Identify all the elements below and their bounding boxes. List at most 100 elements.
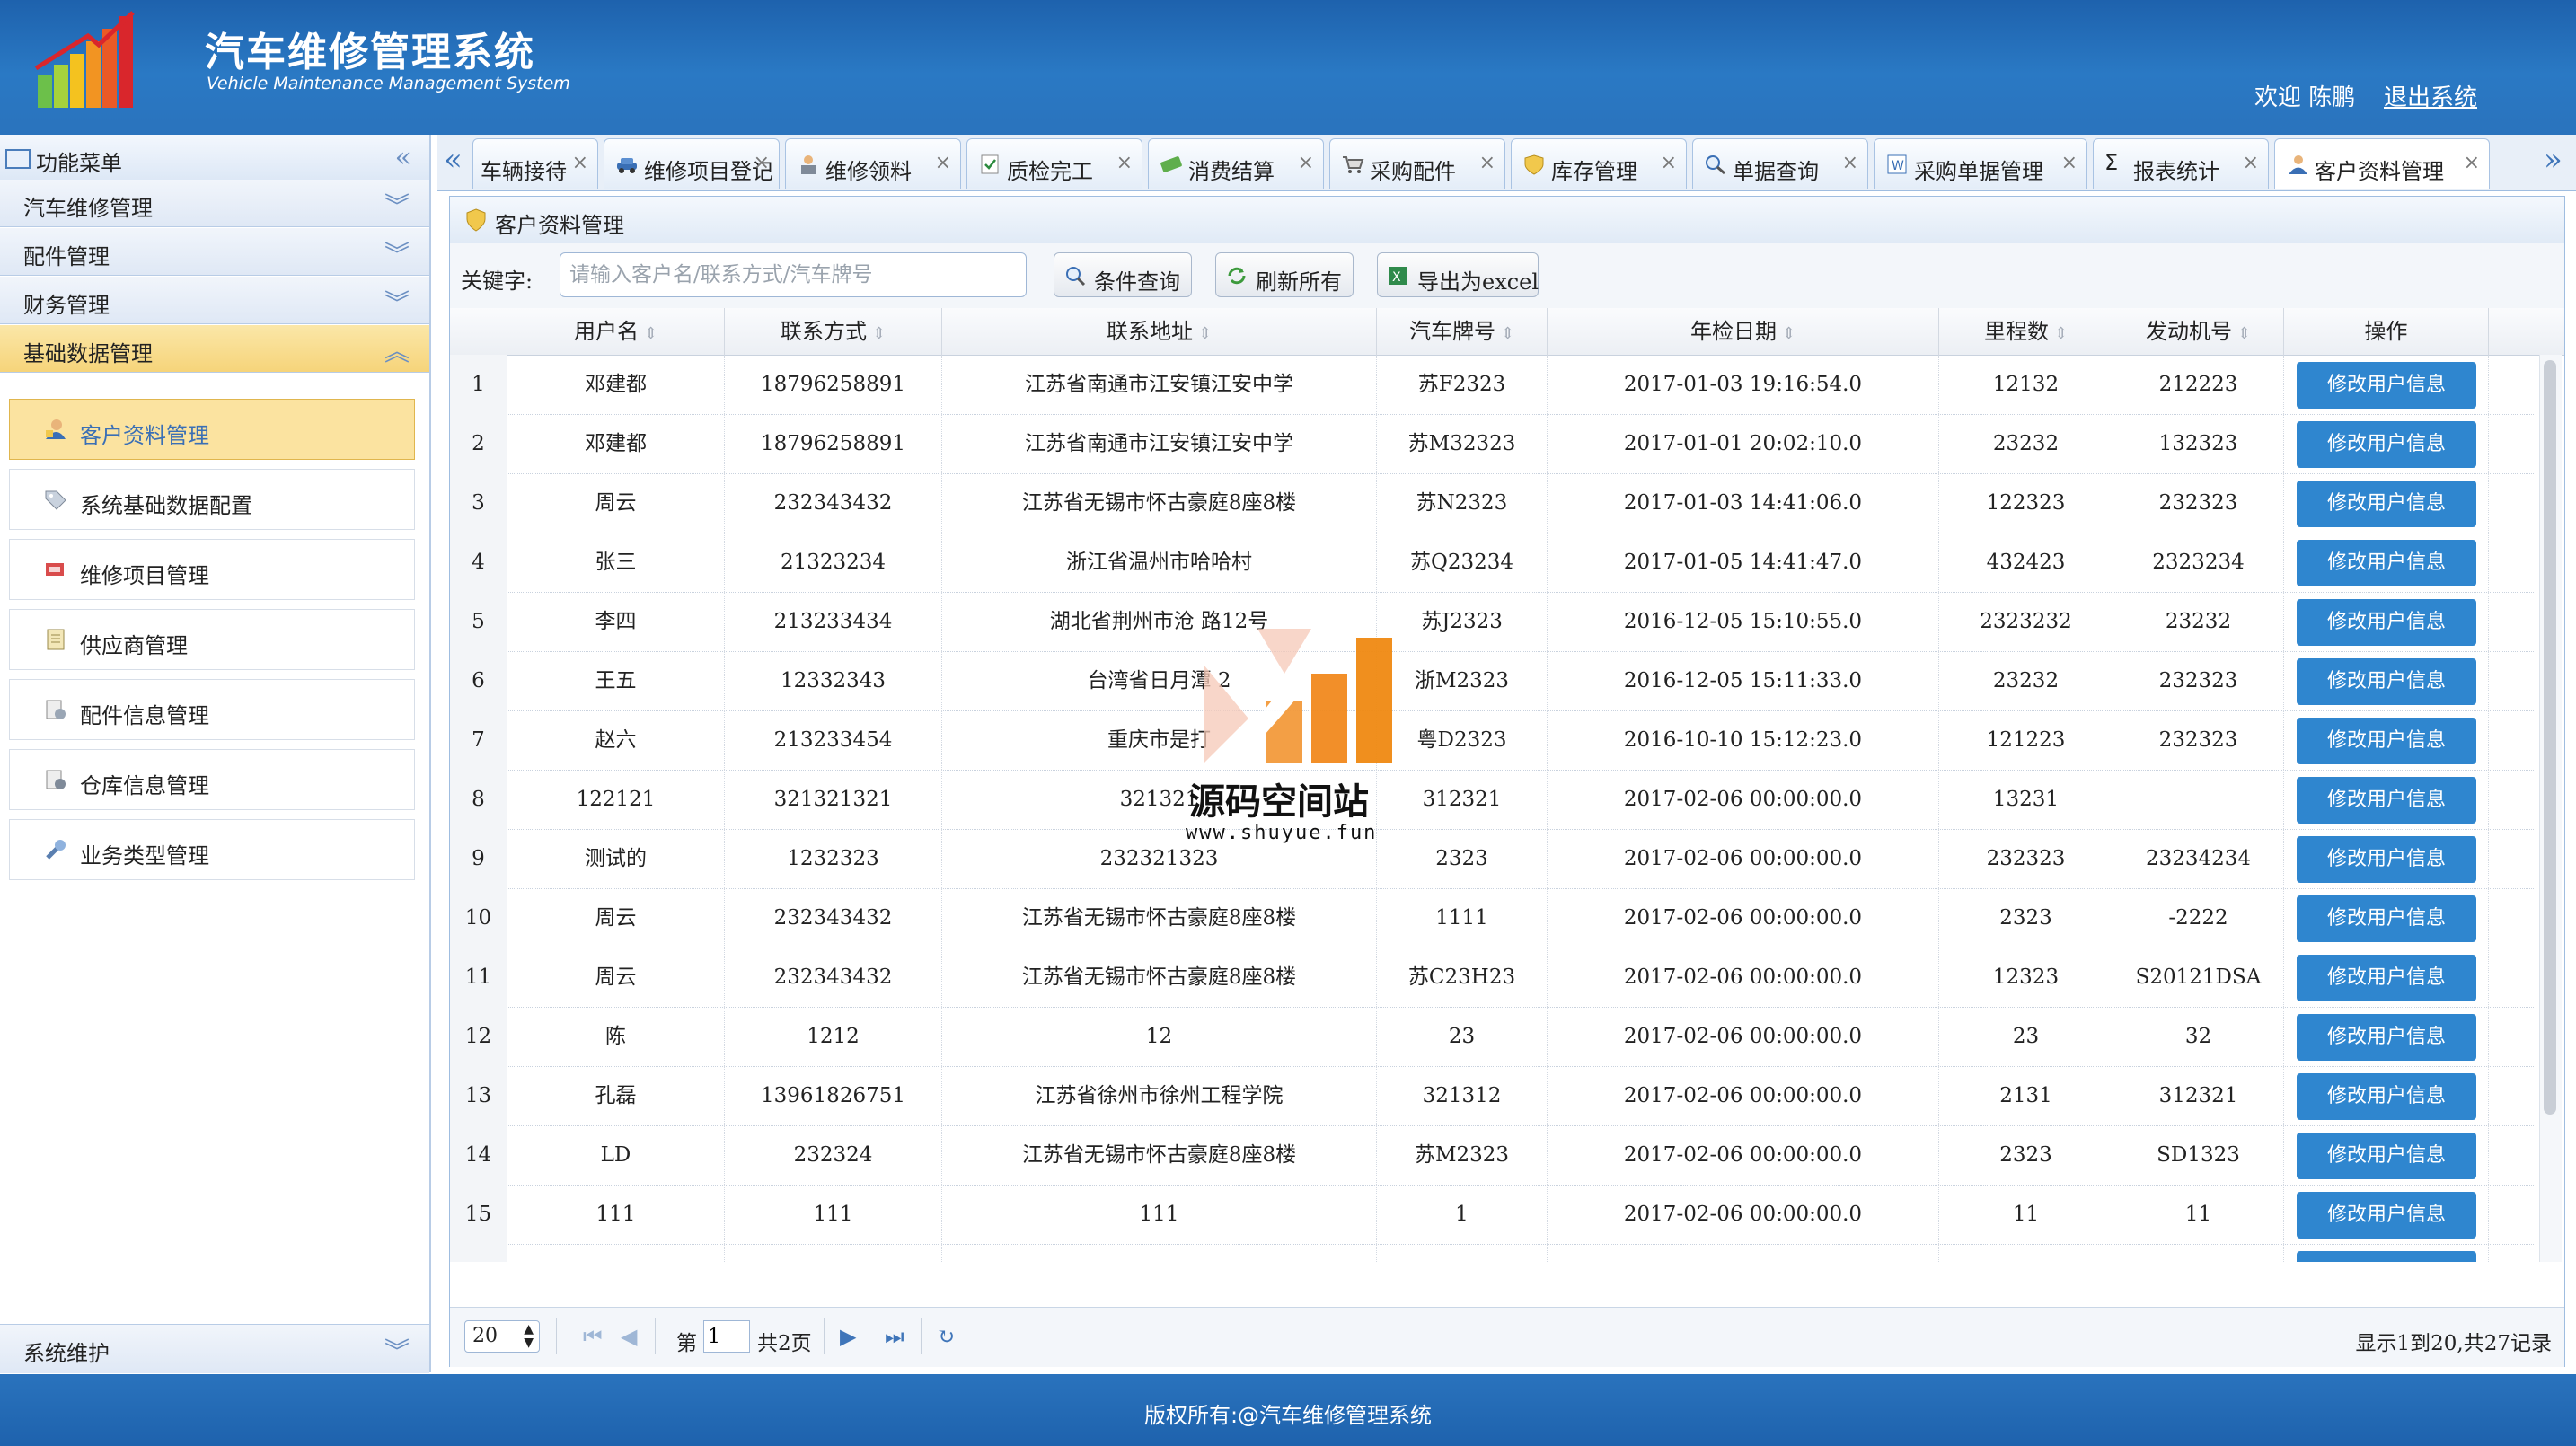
- tab-purchase-parts[interactable]: 采购配件 ×: [1329, 138, 1505, 189]
- sidebar-item-repair-items[interactable]: 维修项目管理: [9, 539, 415, 600]
- cell-inspection-date: 2017-01-03 14:41:06.0: [1548, 473, 1939, 533]
- table-row[interactable]: 2 邓建都 18796258891 江苏省南通市江安镇江安中学 苏M32323 2017-…: [450, 414, 2534, 474]
- edit-user-button[interactable]: 修改用户信息: [2297, 540, 2476, 586]
- column-header-inspection-date[interactable]: 年检日期 ⇕: [1548, 308, 1939, 355]
- accordion-finance-management[interactable]: 财务管理 ︾: [0, 277, 429, 324]
- accordion-system-maintenance[interactable]: 系统维护 ︾: [0, 1324, 429, 1373]
- collapse-sidebar-icon[interactable]: «: [395, 142, 411, 173]
- close-icon[interactable]: ×: [1298, 152, 1314, 174]
- column-header-plate[interactable]: 汽车牌号 ⇕: [1377, 308, 1548, 355]
- row-number: 5: [450, 592, 507, 651]
- close-icon[interactable]: ×: [1842, 152, 1858, 174]
- page-number-input[interactable]: [703, 1320, 750, 1353]
- edit-user-button[interactable]: 修改用户信息: [2297, 599, 2476, 646]
- table-row[interactable]: 1633331111113232017-02-06 00:00:00.02323…: [450, 1244, 2534, 1262]
- tab-purchase-documents[interactable]: W 采购单据管理 ×: [1874, 138, 2087, 189]
- table-row[interactable]: 3 周云 232343432 江苏省无锡市怀古豪庭8座8楼 苏N2323 2017-01-…: [450, 473, 2534, 533]
- close-icon[interactable]: ×: [1661, 152, 1677, 174]
- close-icon[interactable]: ×: [1116, 152, 1133, 174]
- table-row[interactable]: 9 测试的 1232323 232321323 2323 2017-02-06 00:00…: [450, 829, 2534, 889]
- close-icon[interactable]: ×: [935, 152, 951, 174]
- accordion-basic-data-management[interactable]: 基础数据管理 ︽: [0, 325, 429, 373]
- sidebar-item-customer-data[interactable]: 客户资料管理: [9, 399, 415, 460]
- sidebar-item-system-config[interactable]: 系统基础数据配置: [9, 469, 415, 530]
- accordion-repair-management[interactable]: 汽车维修管理 ︾: [0, 180, 429, 227]
- cell-contact: 18796258891: [725, 355, 942, 414]
- cell-inspection-date: 2017-02-06 00:00:00.0: [1548, 948, 1939, 1007]
- table-row[interactable]: 4 张三 21323234 浙江省温州市哈哈村 苏Q23234 2017-01-05 14…: [450, 533, 2534, 593]
- close-icon[interactable]: ×: [572, 152, 588, 174]
- edit-user-button[interactable]: 修改用户信息: [2297, 658, 2476, 705]
- column-header-contact[interactable]: 联系方式 ⇕: [725, 308, 942, 355]
- edit-user-button[interactable]: 修改用户信息: [2297, 421, 2476, 468]
- table-row[interactable]: 15 111 111 111 1 2017-02-06 00:00:00.0 11 11 修改用…: [450, 1185, 2534, 1245]
- tab-scroll-left-icon[interactable]: «: [444, 142, 469, 185]
- edit-user-button[interactable]: 修改用户信息: [2297, 1192, 2476, 1239]
- tab-settlement[interactable]: 消费结算 ×: [1148, 138, 1324, 189]
- sidebar-item-business-type[interactable]: 业务类型管理: [9, 819, 415, 880]
- tab-repair-materials[interactable]: 维修领料 ×: [785, 138, 961, 189]
- page-prefix: 第: [676, 1332, 697, 1355]
- close-icon[interactable]: ×: [2061, 152, 2078, 174]
- accordion-parts-management[interactable]: 配件管理 ︾: [0, 228, 429, 276]
- first-page-icon[interactable]: ⏮: [583, 1324, 603, 1349]
- table-row[interactable]: 11 周云 232343432 江苏省无锡市怀古豪庭8座8楼 苏C23H23 2017-0…: [450, 948, 2534, 1008]
- tab-scroll-right-icon[interactable]: »: [2544, 142, 2569, 185]
- logout-link[interactable]: 退出系统: [2384, 79, 2477, 112]
- next-page-icon[interactable]: ▶: [840, 1324, 856, 1349]
- column-header-username[interactable]: 用户名 ⇕: [507, 308, 725, 355]
- refresh-button[interactable]: 刷新所有: [1215, 252, 1354, 297]
- edit-user-button[interactable]: 修改用户信息: [2297, 1251, 2476, 1262]
- column-header-address[interactable]: 联系地址 ⇕: [942, 308, 1377, 355]
- sidebar-item-supplier[interactable]: 供应商管理: [9, 609, 415, 670]
- vertical-scrollbar[interactable]: [2539, 355, 2562, 1262]
- sidebar-item-parts-info[interactable]: 配件信息管理: [9, 679, 415, 740]
- close-icon[interactable]: ×: [754, 152, 770, 174]
- page-size-select[interactable]: 20 ▲ ▼: [464, 1320, 540, 1353]
- query-button[interactable]: 条件查询: [1054, 252, 1192, 297]
- table-row[interactable]: 7 赵六 213233454 重庆市是打 粤D2323 2016-10-10 15:12:…: [450, 710, 2534, 771]
- edit-user-button[interactable]: 修改用户信息: [2297, 1073, 2476, 1120]
- table-row[interactable]: 12 陈 1212 12 23 2017-02-06 00:00:00.0 23 32 修改用户…: [450, 1007, 2534, 1067]
- close-icon[interactable]: ×: [2464, 152, 2480, 174]
- tab-repair-registration[interactable]: 维修项目登记 ×: [604, 138, 780, 189]
- tab-vehicle-reception[interactable]: 车辆接待 ×: [472, 138, 598, 189]
- watermark-text: 源码空间站: [1189, 781, 1369, 823]
- edit-user-button[interactable]: 修改用户信息: [2297, 777, 2476, 824]
- reload-icon[interactable]: ↻: [937, 1324, 955, 1349]
- previous-page-icon[interactable]: ◀: [621, 1324, 637, 1349]
- sigma-icon: Σ: [2104, 150, 2119, 175]
- tab-reports[interactable]: Σ 报表统计 ×: [2093, 138, 2269, 189]
- table-row[interactable]: 6 王五 12332343 台湾省日月潭 2 浙M2323 2016-12-05 15:1…: [450, 651, 2534, 711]
- edit-user-button[interactable]: 修改用户信息: [2297, 1014, 2476, 1061]
- edit-user-button[interactable]: 修改用户信息: [2297, 1133, 2476, 1179]
- export-excel-button[interactable]: X 导出为excel: [1377, 252, 1539, 297]
- table-row[interactable]: 8 122121 321321321 321321 312321 2017-02-06 0…: [450, 770, 2534, 830]
- sidebar-item-warehouse[interactable]: 仓库信息管理: [9, 749, 415, 810]
- table-row[interactable]: 5 李四 213233434 湖北省荆州市沧 路12号 苏J2323 2016-12-05…: [450, 592, 2534, 652]
- table-row[interactable]: 14 LD 232324 江苏省无锡市怀古豪庭8座8楼 苏M2323 2017-02-06…: [450, 1125, 2534, 1186]
- table-row[interactable]: 10 周云 232343432 江苏省无锡市怀古豪庭8座8楼 1111 2017-02-0…: [450, 888, 2534, 948]
- tab-quality-check[interactable]: 质检完工 ×: [966, 138, 1142, 189]
- edit-user-button[interactable]: 修改用户信息: [2297, 895, 2476, 942]
- cell-inspection-date: 2017-02-06 00:00:00.0: [1548, 888, 1939, 948]
- column-header-engine[interactable]: 发动机号 ⇕: [2113, 308, 2284, 355]
- close-icon[interactable]: ×: [1479, 152, 1495, 174]
- search-input[interactable]: [560, 252, 1027, 297]
- cell-mileage: 11: [1939, 1185, 2113, 1244]
- tab-customer-data[interactable]: 客户资料管理 ×: [2274, 138, 2490, 189]
- close-icon[interactable]: ×: [2243, 152, 2259, 174]
- edit-user-button[interactable]: 修改用户信息: [2297, 362, 2476, 409]
- last-page-icon[interactable]: ⏭: [885, 1324, 904, 1349]
- scrollbar-thumb[interactable]: [2544, 360, 2556, 1115]
- edit-user-button[interactable]: 修改用户信息: [2297, 836, 2476, 883]
- table-row[interactable]: 1 邓建都 18796258891 江苏省南通市江安镇江安中学 苏F2323 2017-0…: [450, 355, 2534, 415]
- tab-inventory[interactable]: 库存管理 ×: [1511, 138, 1687, 189]
- column-header-mileage[interactable]: 里程数 ⇕: [1939, 308, 2113, 355]
- edit-user-button[interactable]: 修改用户信息: [2297, 718, 2476, 764]
- cell-engine: 232323: [2113, 473, 2284, 533]
- edit-user-button[interactable]: 修改用户信息: [2297, 481, 2476, 527]
- tab-document-query[interactable]: 单据查询 ×: [1692, 138, 1868, 189]
- table-row[interactable]: 13 孔磊 13961826751 江苏省徐州市徐州工程学院 321312 2017-02…: [450, 1066, 2534, 1126]
- edit-user-button[interactable]: 修改用户信息: [2297, 955, 2476, 1001]
